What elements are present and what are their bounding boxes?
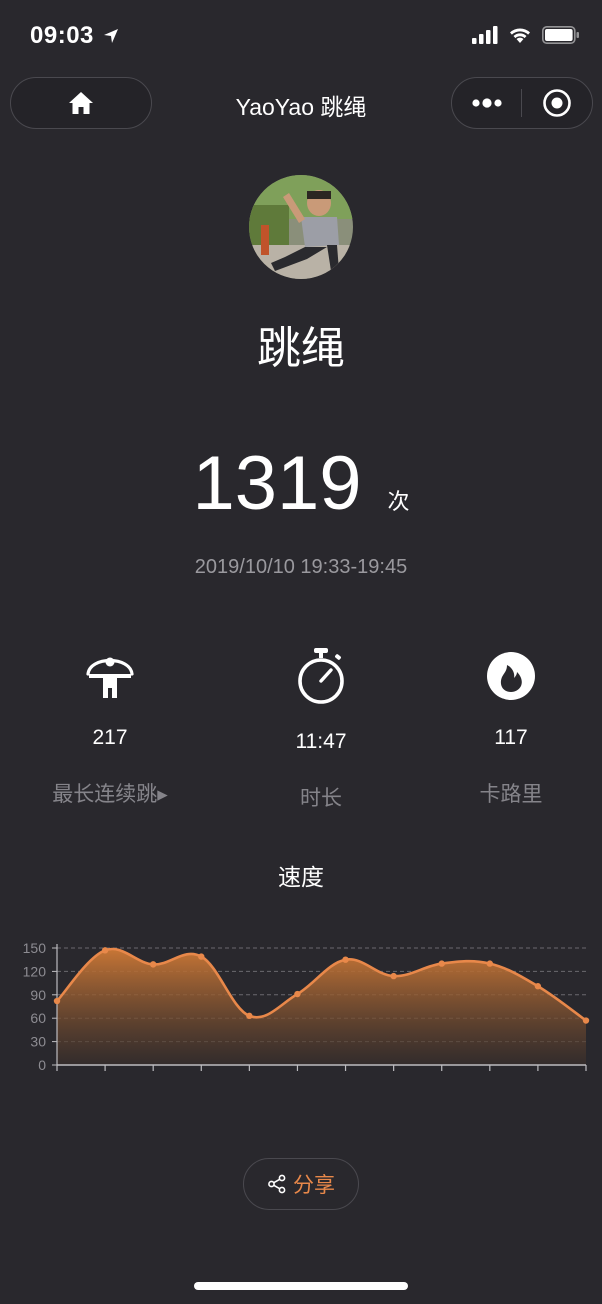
status-icons [472,26,580,44]
y-tick-label: 120 [23,963,47,979]
speed-chart: 0 30 60 90 120 150 [23,940,590,1073]
activity-title: 跳绳 [257,324,345,373]
stopwatch-icon [298,648,344,704]
stat-max-streak[interactable]: 217 最长连续跳▸ [10,650,210,808]
avatar [249,175,353,279]
home-indicator [194,1282,408,1290]
stat-label: 最长连续跳▸ [52,783,168,806]
stat-label: 时长 [300,787,342,810]
close-miniprogram-button[interactable] [522,78,591,128]
session-time: 2019/10/10 19:33-19:45 [194,556,408,578]
jump-rope-person-icon [86,657,134,698]
y-tick-label: 30 [30,1034,46,1050]
speed-point [438,960,445,967]
location-arrow-icon [104,29,119,43]
wifi-icon [510,28,530,43]
y-tick-label: 90 [30,987,46,1003]
stat-value: 117 [494,726,528,749]
jump-count: 1319 次 [0,440,602,527]
target-circle-icon [542,89,571,117]
speed-point [486,960,494,967]
share-button[interactable]: 分享 [243,1158,359,1210]
jump-count-value: 1319 [192,441,362,526]
cellular-signal-icon [472,26,498,44]
speed-point [342,956,349,963]
speed-point [198,953,205,960]
y-tick-label: 60 [30,1010,46,1026]
stat-value: 11:47 [295,730,347,753]
speed-point [53,997,61,1005]
more-dots-icon [471,98,502,108]
speed-point [582,1017,590,1024]
stat-label: 卡路里 [479,783,543,806]
jump-count-unit: 次 [387,489,410,514]
more-button[interactable] [452,78,521,128]
share-icon [268,1174,286,1194]
speed-point [246,1012,253,1020]
speed-point [294,990,301,998]
speed-area [57,948,586,1065]
flame-icon [487,652,535,700]
stat-calories: 117 卡路里 [411,650,602,808]
y-tick-label: 0 [38,1057,46,1073]
chart-title: 速度 [278,864,324,890]
speed-point [101,947,109,954]
avatar-photo [249,175,353,279]
y-tick-label: 150 [23,940,47,956]
share-label: 分享 [293,1174,335,1197]
battery-icon [542,26,579,44]
speed-point [534,983,542,990]
speed-point [149,961,157,968]
capsule-menu [451,77,593,129]
status-time: 09:03 [30,22,119,50]
status-time-text: 09:03 [30,22,94,49]
speed-point [390,972,397,980]
stat-value: 217 [92,726,128,749]
stat-duration: 11:47 时长 [221,646,421,812]
